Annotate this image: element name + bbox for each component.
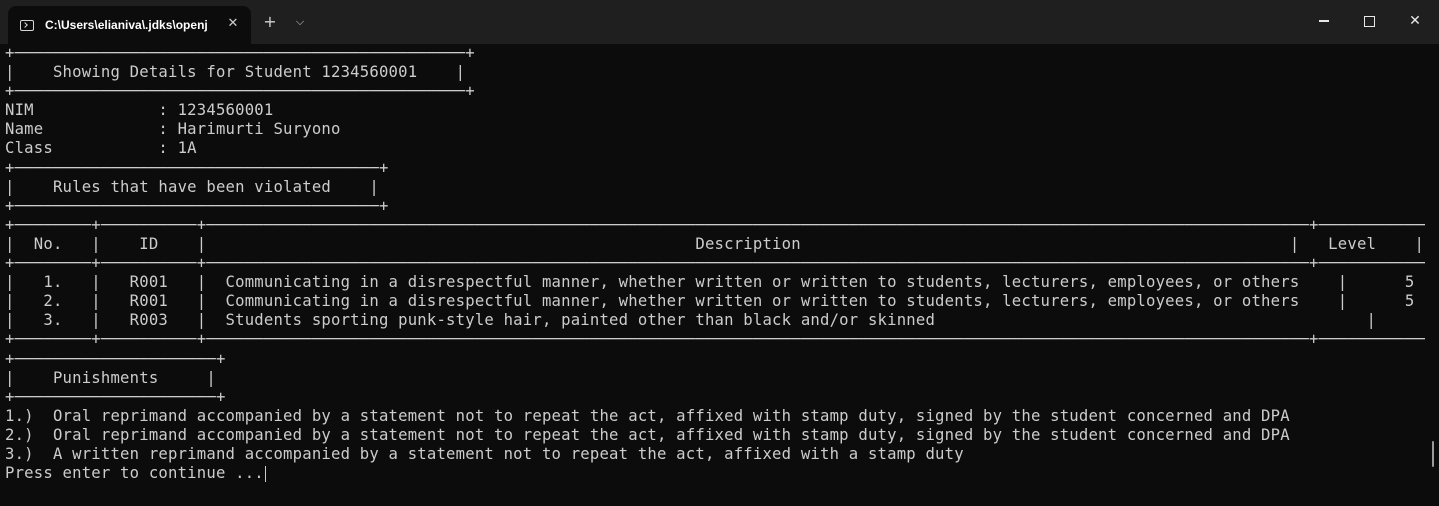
terminal-line: | Showing Details for Student 1234560001… bbox=[5, 63, 466, 82]
terminal-line: +───────────────────────────────────────… bbox=[5, 82, 475, 101]
terminal-window: C:\Users\elianiva\.jdks\openjdk ✕ + ⌵ ✕ … bbox=[0, 0, 1439, 506]
close-button[interactable]: ✕ bbox=[1400, 8, 1430, 34]
terminal-line: NIM : 1234560001 bbox=[5, 101, 274, 120]
minimize-button[interactable] bbox=[1309, 8, 1339, 34]
terminal-icon bbox=[20, 19, 34, 31]
prompt-line[interactable]: Press enter to continue ... bbox=[5, 464, 1425, 483]
maximize-button[interactable] bbox=[1354, 8, 1384, 34]
prompt-text: Press enter to continue ... bbox=[5, 464, 264, 483]
terminal-line: +─────────────────────+ bbox=[5, 387, 226, 406]
terminal-line: Name : Harimurti Suryono bbox=[5, 120, 341, 139]
terminal-line: | Punishments | bbox=[5, 368, 216, 387]
terminal-line: | Rules that have been violated | bbox=[5, 177, 379, 196]
tab-title: C:\Users\elianiva\.jdks\openjdk bbox=[45, 18, 208, 32]
terminal-line: +─────────────────────+ bbox=[5, 349, 226, 368]
terminal-line: | 2. | R001 | Communicating in a disresp… bbox=[5, 292, 1425, 311]
terminal-line: +────────+──────────+───────────────────… bbox=[5, 254, 1425, 273]
terminal-line: +──────────────────────────────────────+ bbox=[5, 196, 389, 215]
maximize-icon bbox=[1363, 15, 1375, 27]
terminal-tab[interactable]: C:\Users\elianiva\.jdks\openjdk ✕ bbox=[8, 6, 251, 44]
tab-close-icon[interactable]: ✕ bbox=[225, 16, 241, 32]
terminal-line: 1.) Oral reprimand accompanied by a stat… bbox=[5, 406, 1290, 425]
terminal-line: 3.) A written reprimand accompanied by a… bbox=[5, 444, 964, 463]
minimize-icon bbox=[1319, 20, 1329, 22]
terminal-line: | 3. | R003 | Students sporting punk-sty… bbox=[5, 311, 1425, 330]
tab-dropdown-button[interactable]: ⌵ bbox=[292, 13, 308, 31]
terminal-line: | 1. | R001 | Communicating in a disresp… bbox=[5, 273, 1425, 292]
terminal-line: Class : 1A bbox=[5, 139, 197, 158]
terminal-line: +──────────────────────────────────────+ bbox=[5, 158, 389, 177]
terminal-line: | No. | ID | Description | Level | bbox=[5, 234, 1425, 253]
terminal-line: +────────+──────────+───────────────────… bbox=[5, 330, 1425, 349]
scrollbar-thumb[interactable] bbox=[1432, 441, 1434, 467]
title-bar: C:\Users\elianiva\.jdks\openjdk ✕ + ⌵ ✕ bbox=[0, 0, 1439, 44]
new-tab-button[interactable]: + bbox=[262, 13, 278, 31]
terminal-line: 2.) Oral reprimand accompanied by a stat… bbox=[5, 425, 1290, 444]
terminal-output[interactable]: +───────────────────────────────────────… bbox=[5, 44, 1425, 502]
terminal-line: +────────+──────────+───────────────────… bbox=[5, 215, 1425, 234]
terminal-line: +───────────────────────────────────────… bbox=[5, 44, 475, 62]
text-cursor bbox=[264, 465, 267, 482]
